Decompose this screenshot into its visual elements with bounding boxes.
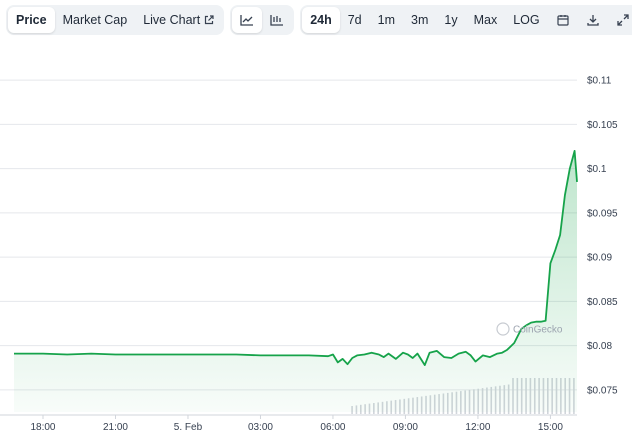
range-1y[interactable]: 1y: [436, 7, 465, 33]
range-3m[interactable]: 3m: [403, 7, 436, 33]
candlestick-button[interactable]: [262, 7, 292, 33]
y-tick-label: $0.075: [587, 385, 618, 396]
x-tick-label: 12:00: [465, 422, 490, 433]
y-tick-label: $0.1: [587, 164, 607, 175]
x-tick-label: 15:00: [538, 422, 563, 433]
calendar-button[interactable]: [548, 7, 578, 33]
price-chart-svg[interactable]: $0.11 $0.105 $0.1 $0.095 $0.09 $0.085 $0.08 $0.…: [0, 40, 632, 443]
line-chart-button[interactable]: [232, 7, 263, 33]
calendar-icon: [557, 14, 569, 26]
candlestick-icon: [270, 14, 284, 26]
view-tabs: Price Market Cap Live Chart: [6, 5, 225, 35]
coingecko-watermark: CoinGecko: [513, 325, 563, 336]
range-7d[interactable]: 7d: [340, 7, 370, 33]
y-tick-label: $0.09: [587, 253, 612, 264]
chart-toolbar: Price Market Cap Live Chart 24h 7d 1m 3m…: [6, 5, 632, 35]
price-line: [14, 150, 578, 366]
line-chart-icon: [240, 14, 254, 26]
tab-live-chart-label: Live Chart: [143, 13, 201, 27]
y-tick-label: $0.08: [587, 341, 612, 352]
y-tick-label: $0.085: [587, 297, 618, 308]
tab-live-chart[interactable]: Live Chart: [135, 7, 222, 33]
x-tick-label: 03:00: [248, 422, 273, 433]
expand-button[interactable]: [608, 7, 632, 33]
range-max[interactable]: Max: [466, 7, 506, 33]
x-tick-label: 09:00: [393, 422, 418, 433]
external-link-icon: [204, 15, 214, 25]
price-area: [14, 150, 577, 412]
coingecko-logo-icon: [496, 322, 510, 336]
x-tick-label: 5. Feb: [174, 422, 203, 433]
x-tick-label: 18:00: [30, 422, 55, 433]
x-tick-label: 21:00: [103, 422, 128, 433]
download-icon: [586, 14, 599, 26]
range-group: 24h 7d 1m 3m 1y Max LOG: [300, 5, 632, 35]
range-24h[interactable]: 24h: [302, 7, 340, 33]
chart-type-group: [230, 5, 295, 35]
y-tick-label: $0.105: [587, 120, 618, 131]
log-scale-button[interactable]: LOG: [505, 7, 547, 33]
expand-icon: [616, 14, 629, 26]
download-button[interactable]: [578, 7, 608, 33]
tab-market-cap[interactable]: Market Cap: [55, 7, 136, 33]
price-chart[interactable]: $0.11 $0.105 $0.1 $0.095 $0.09 $0.085 $0.08 $0.…: [0, 40, 632, 443]
y-tick-label: $0.11: [587, 76, 612, 87]
y-tick-label: $0.095: [587, 208, 618, 219]
x-tick-label: 06:00: [320, 422, 345, 433]
tab-price[interactable]: Price: [8, 7, 55, 33]
range-1m[interactable]: 1m: [370, 7, 403, 33]
